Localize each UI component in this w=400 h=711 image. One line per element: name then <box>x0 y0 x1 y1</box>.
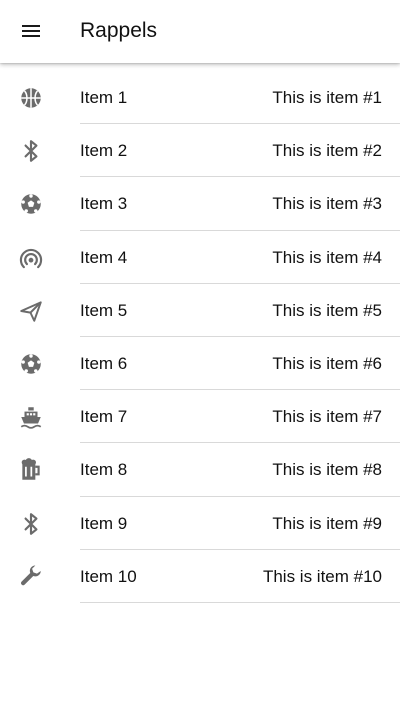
list-item[interactable]: Item 2 This is item #2 <box>0 124 400 178</box>
list-item-description: This is item #8 <box>272 460 382 480</box>
list-item-label: Item 3 <box>80 194 128 214</box>
list-item-description: This is item #10 <box>262 566 382 586</box>
basketball-icon <box>18 85 44 111</box>
list-item[interactable]: Item 3 This is item #3 <box>0 177 400 231</box>
list-item-label: Item 10 <box>80 566 137 586</box>
list-item-description: This is item #7 <box>272 407 382 427</box>
list-item-label: Item 7 <box>80 407 128 427</box>
bluetooth-icon <box>18 138 44 164</box>
list-item-description: This is item #2 <box>272 141 382 161</box>
list-item-description: This is item #1 <box>272 88 382 107</box>
list-item-description: This is item #3 <box>272 194 382 214</box>
soccer-ball-icon <box>18 351 44 377</box>
menu-icon <box>22 25 40 37</box>
list-item[interactable]: Item 9 This is item #9 <box>0 497 400 550</box>
boat-icon <box>18 404 44 430</box>
top-toolbar: Rappels <box>0 0 400 63</box>
beer-mug-icon <box>18 457 44 483</box>
soccer-ball-icon <box>18 191 44 217</box>
list-item-label: Item 2 <box>80 141 128 161</box>
wrench-icon <box>18 564 44 590</box>
reminders-list: Item 1 This is item #1 Item 2 This is item … <box>0 71 400 603</box>
list-item-description: This is item #4 <box>272 247 382 267</box>
bluetooth-icon <box>18 511 44 537</box>
list-item[interactable]: Item 5 This is item #5 <box>0 284 400 337</box>
list-item-label: Item 6 <box>80 353 128 373</box>
list-item-label: Item 4 <box>80 247 128 267</box>
list-item-label: Item 1 <box>80 88 128 107</box>
list-item-description: This is item #9 <box>272 513 382 533</box>
list-item[interactable]: Item 1 This is item #1 <box>0 71 400 125</box>
list-item-label: Item 8 <box>80 460 128 480</box>
list-item-description: This is item #5 <box>272 300 382 320</box>
page-title: Rappels <box>80 19 158 42</box>
list-item[interactable]: Item 10 This is item #10 <box>0 550 400 603</box>
list-item-description: This is item #6 <box>272 353 382 373</box>
list-item-label: Item 5 <box>80 300 128 320</box>
list-item[interactable]: Item 4 This is item #4 <box>0 231 400 284</box>
paper-plane-icon <box>18 298 44 324</box>
list-item[interactable]: Item 8 This is item #8 <box>0 443 400 497</box>
app-screen: Rappels Item 1 This is item #1 Item 2 This … <box>0 0 400 711</box>
list-item[interactable]: Item 7 This is item #7 <box>0 390 400 444</box>
list-item[interactable]: Item 6 This is item #6 <box>0 337 400 391</box>
list-item-label: Item 9 <box>80 513 128 533</box>
wifi-tethering-icon <box>18 245 44 271</box>
list-divider <box>80 601 400 603</box>
menu-button[interactable] <box>10 10 52 52</box>
